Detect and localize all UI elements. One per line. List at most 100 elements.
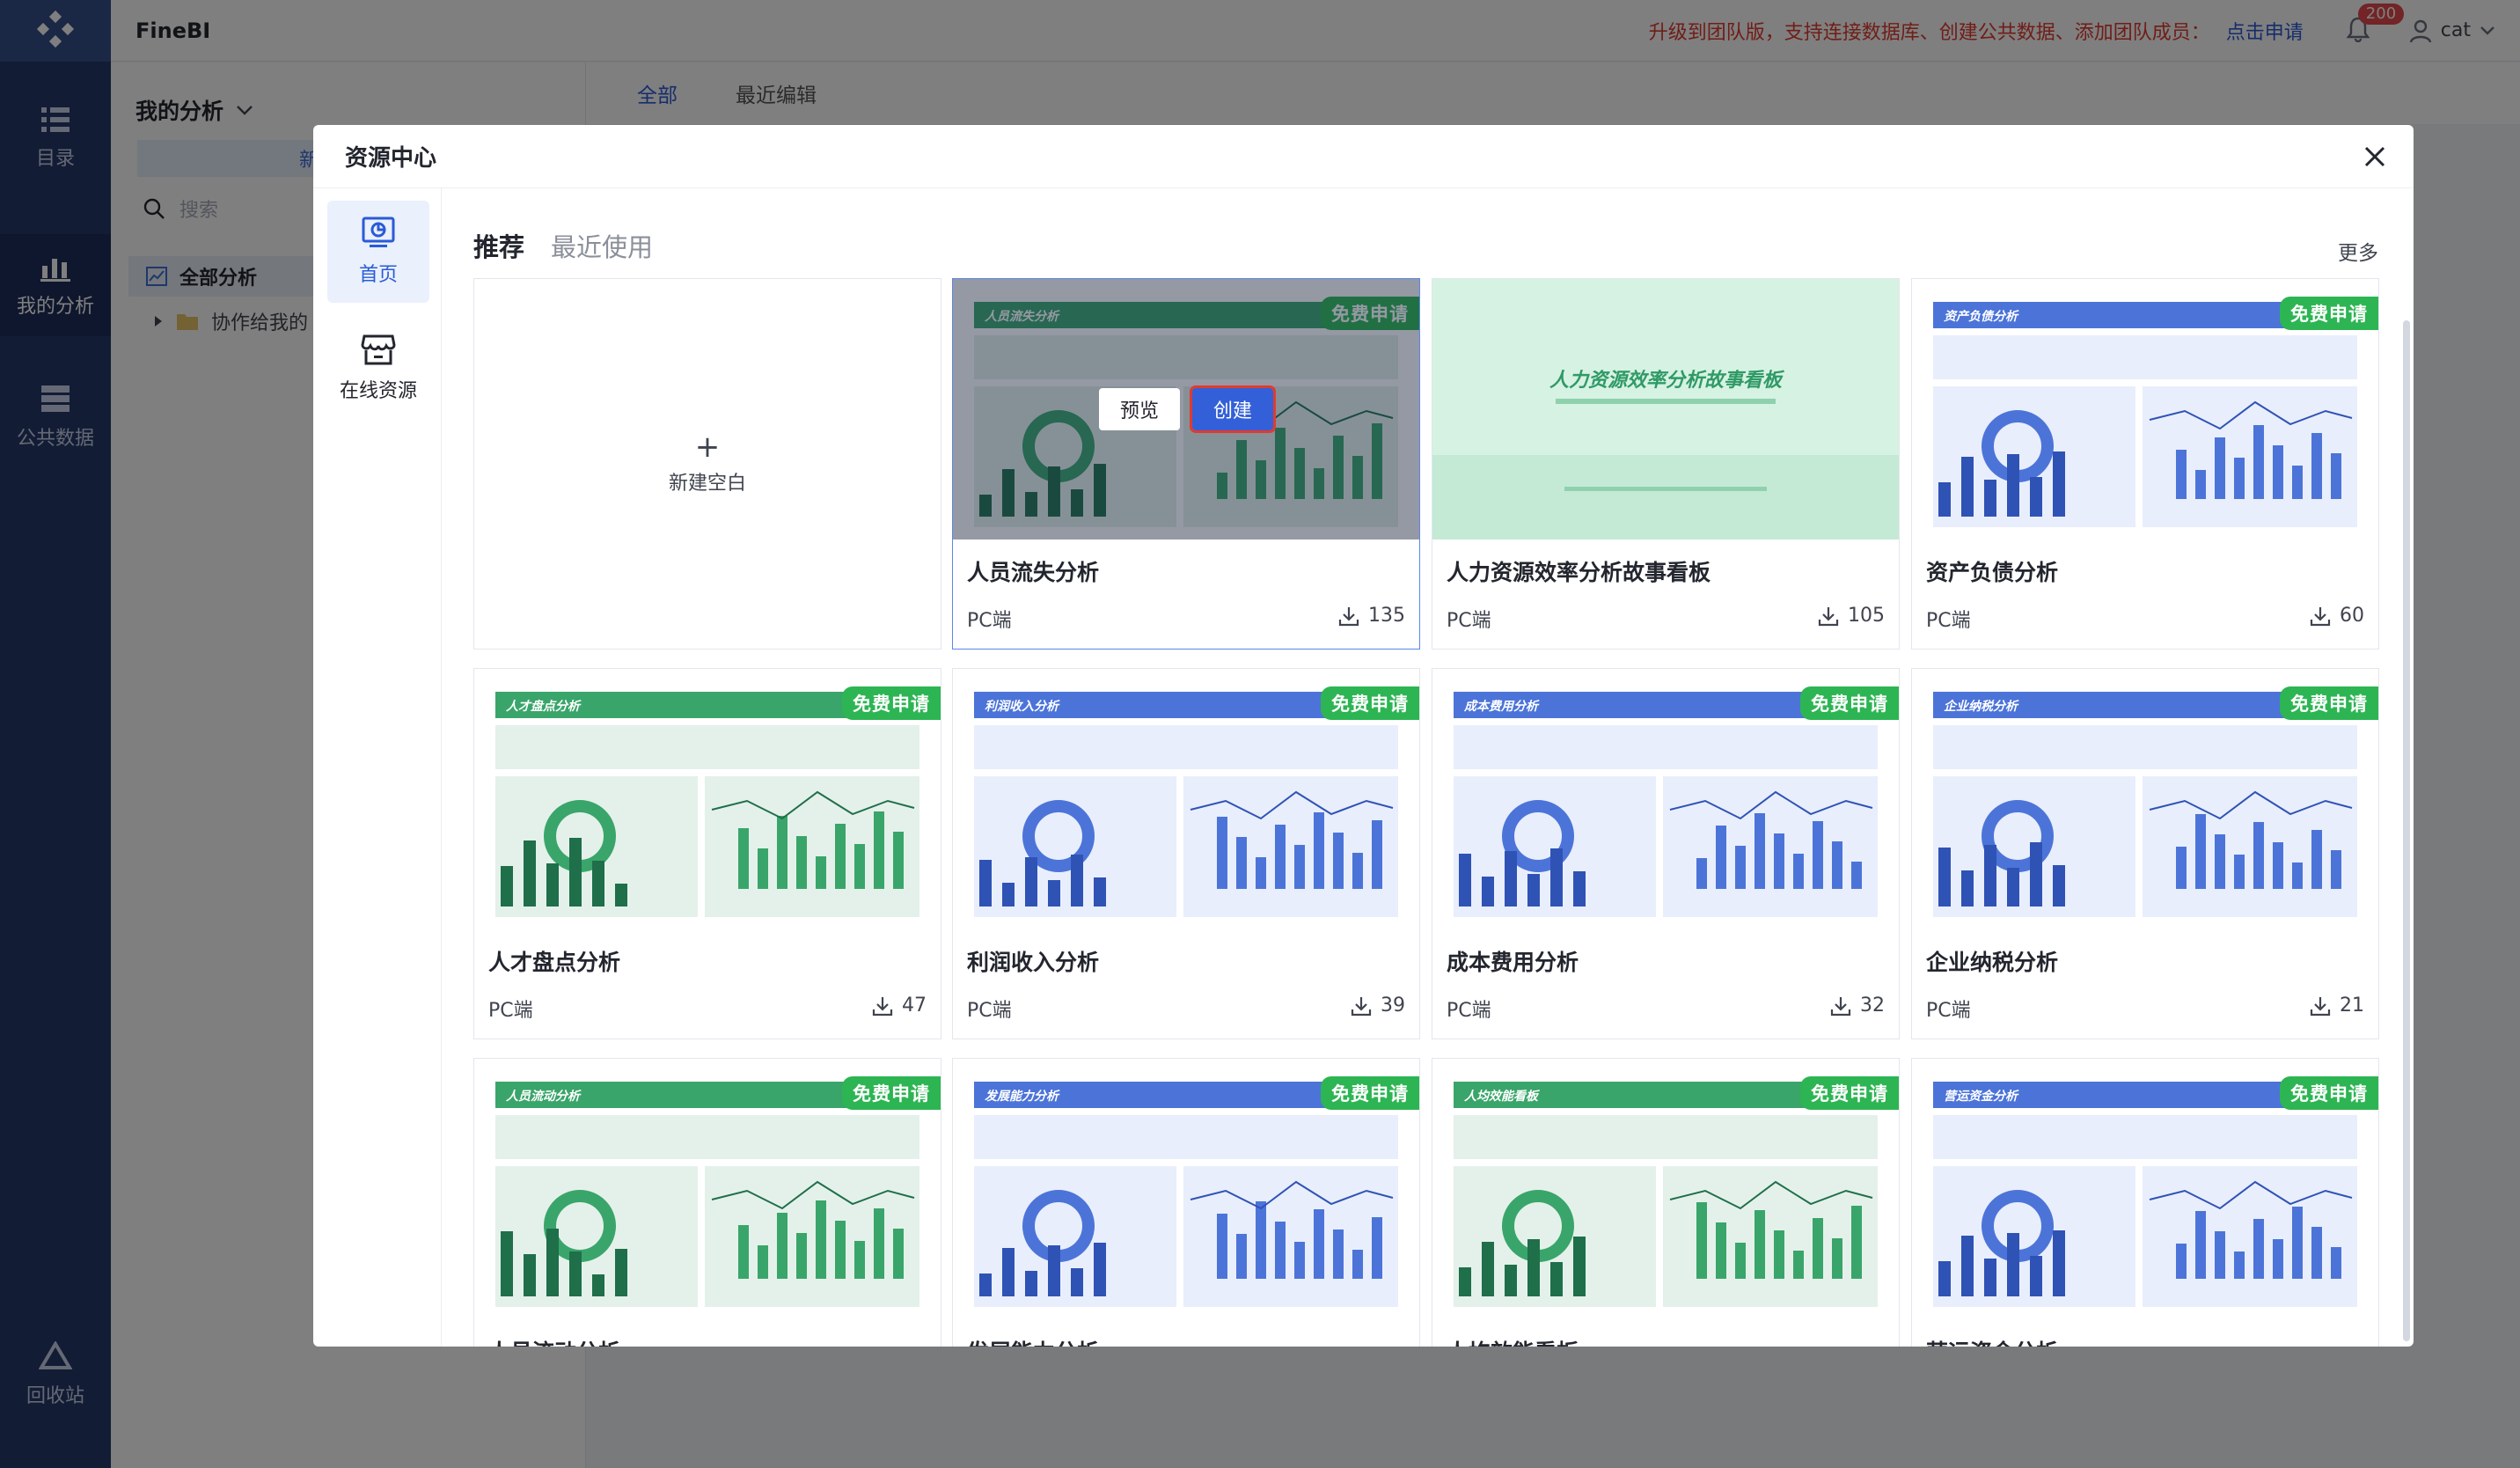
create-button[interactable]: 创建 xyxy=(1190,385,1276,433)
template-platform: PC端 xyxy=(1447,610,1491,632)
template-card[interactable]: 企业纳税分析 免费申请 企业纳税分析 PC端 21 xyxy=(1911,668,2379,1039)
free-apply-badge[interactable]: 免费申请 xyxy=(2280,686,2378,720)
template-platform: PC端 xyxy=(967,1000,1012,1022)
template-title: 成本费用分析 xyxy=(1447,950,1579,975)
side-item-label: 在线资源 xyxy=(339,380,417,402)
thumb-title: 人才盘点分析 xyxy=(506,699,582,714)
template-title: 人均效能看板 xyxy=(1447,1335,1579,1347)
template-title: 利润收入分析 xyxy=(967,950,1100,975)
new-blank-label: 新建空白 xyxy=(668,473,746,495)
modal-side-nav: 首页 在线资源 xyxy=(313,188,442,1347)
thumb-title: 利润收入分析 xyxy=(985,699,1060,714)
template-card[interactable]: 人才盘点分析 免费申请 人才盘点分析 PC端 47 xyxy=(473,668,941,1039)
free-apply-badge[interactable]: 免费申请 xyxy=(2280,297,2378,330)
resource-center-modal: 资源中心 首页 在线资源 推荐 最近使用 更多 + 新建空白 人员流失分析 免费… xyxy=(313,125,2414,1347)
thumb-title: 人员流动分析 xyxy=(506,1089,582,1104)
template-title: 人力资源效率分析故事看板 xyxy=(1447,560,1711,585)
template-platform: PC端 xyxy=(488,1000,533,1022)
template-platform: PC端 xyxy=(1447,1000,1491,1022)
template-thumbnail[interactable]: 资产负债分析 免费申请 xyxy=(1912,279,2378,539)
template-title: 营运资金分析 xyxy=(1926,1335,2058,1347)
download-icon xyxy=(1351,996,1372,1016)
free-apply-badge[interactable]: 免费申请 xyxy=(1800,1076,1899,1110)
download-count-value: 47 xyxy=(902,995,927,1017)
download-count: 32 xyxy=(1830,995,1885,1017)
free-apply-badge[interactable]: 免费申请 xyxy=(1800,686,1899,720)
download-count: 105 xyxy=(1818,605,1885,627)
template-platform: PC端 xyxy=(1926,1000,1971,1022)
thumb-title: 营运资金分析 xyxy=(1944,1089,2019,1104)
download-count-value: 135 xyxy=(1368,605,1405,627)
hover-mask xyxy=(953,279,1419,539)
template-title: 人员流动分析 xyxy=(488,1335,620,1347)
template-thumbnail[interactable]: 人员流动分析 免费申请 xyxy=(474,1059,941,1319)
template-thumbnail[interactable]: 人均效能看板 免费申请 xyxy=(1432,1059,1899,1319)
template-card[interactable]: 成本费用分析 免费申请 成本费用分析 PC端 32 xyxy=(1432,668,1900,1039)
template-thumbnail[interactable]: 利润收入分析 免费申请 xyxy=(953,669,1419,929)
side-item-online-resources[interactable]: 在线资源 xyxy=(327,317,429,419)
download-count: 39 xyxy=(1351,995,1405,1017)
preview-button[interactable]: 预览 xyxy=(1099,388,1180,430)
download-count: 135 xyxy=(1338,605,1405,627)
download-count-value: 60 xyxy=(2340,605,2364,627)
close-icon[interactable] xyxy=(2361,143,2389,171)
download-icon xyxy=(1338,606,1359,626)
download-icon xyxy=(872,996,893,1016)
download-icon xyxy=(2310,996,2331,1016)
scrollbar[interactable] xyxy=(2403,320,2410,1341)
template-card[interactable]: 人员流动分析 免费申请 人员流动分析 PC端 xyxy=(473,1058,941,1347)
thumb-title: 人力资源效率分析故事看板 xyxy=(1549,369,1785,392)
download-icon xyxy=(2310,606,2331,626)
download-count: 21 xyxy=(2310,995,2364,1017)
content-tabs: 推荐 最近使用 xyxy=(473,227,653,264)
home-dashboard-icon xyxy=(362,217,395,247)
free-apply-badge[interactable]: 免费申请 xyxy=(842,686,941,720)
template-card[interactable]: 利润收入分析 免费申请 利润收入分析 PC端 39 xyxy=(952,668,1420,1039)
modal-title: 资源中心 xyxy=(313,125,2414,188)
template-thumbnail[interactable]: 人员流失分析 免费申请 预览 创建 xyxy=(953,279,1419,539)
template-platform: PC端 xyxy=(1926,610,1971,632)
free-apply-badge[interactable]: 免费申请 xyxy=(1321,1076,1419,1110)
template-card[interactable]: 资产负债分析 免费申请 资产负债分析 PC端 60 xyxy=(1911,278,2379,650)
template-card[interactable]: 发展能力分析 免费申请 发展能力分析 PC端 xyxy=(952,1058,1420,1347)
download-count: 60 xyxy=(2310,605,2364,627)
tab-recently-used[interactable]: 最近使用 xyxy=(551,227,653,264)
side-item-home[interactable]: 首页 xyxy=(327,201,429,303)
side-item-label: 首页 xyxy=(358,264,398,286)
template-thumbnail[interactable]: 人才盘点分析 免费申请 xyxy=(474,669,941,929)
thumb-title: 发展能力分析 xyxy=(985,1089,1060,1104)
thumb-title: 成本费用分析 xyxy=(1463,699,1540,714)
template-card[interactable]: 人均效能看板 免费申请 人均效能看板 PC端 xyxy=(1432,1058,1900,1347)
free-apply-badge[interactable]: 免费申请 xyxy=(2280,1076,2378,1110)
template-card[interactable]: 人员流失分析 免费申请 预览 创建 人员流失分析 PC端 135 xyxy=(952,278,1420,650)
download-count: 47 xyxy=(872,995,927,1017)
download-icon xyxy=(1818,606,1839,626)
template-thumbnail[interactable]: 发展能力分析 免费申请 xyxy=(953,1059,1419,1319)
modal-content: 推荐 最近使用 更多 + 新建空白 人员流失分析 免费申请 预览 创建 人员流失… xyxy=(442,188,2414,1347)
tab-recommended[interactable]: 推荐 xyxy=(473,227,524,264)
download-count-value: 39 xyxy=(1381,995,1405,1017)
template-title: 企业纳税分析 xyxy=(1926,950,2059,975)
thumb-title: 企业纳税分析 xyxy=(1944,699,2019,714)
free-apply-badge[interactable]: 免费申请 xyxy=(1321,686,1419,720)
store-icon xyxy=(361,334,396,365)
free-apply-badge[interactable]: 免费申请 xyxy=(842,1076,941,1110)
template-platform: PC端 xyxy=(967,610,1012,632)
template-thumbnail[interactable]: 人力资源效率分析故事看板 xyxy=(1432,279,1899,539)
plus-icon: + xyxy=(694,429,721,465)
template-thumbnail[interactable]: 营运资金分析 免费申请 xyxy=(1912,1059,2378,1319)
download-count-value: 32 xyxy=(1860,995,1885,1017)
download-count-value: 21 xyxy=(2340,995,2364,1017)
thumb-title: 人均效能看板 xyxy=(1464,1089,1541,1104)
template-card[interactable]: 营运资金分析 免费申请 营运资金分析 PC端 xyxy=(1911,1058,2379,1347)
thumb-title: 资产负债分析 xyxy=(1944,309,2019,324)
template-title: 资产负债分析 xyxy=(1926,560,2059,585)
template-title: 发展能力分析 xyxy=(967,1335,1099,1347)
more-link[interactable]: 更多 xyxy=(2338,236,2378,266)
new-blank-card[interactable]: + 新建空白 xyxy=(473,278,941,650)
download-icon xyxy=(1830,996,1851,1016)
template-card[interactable]: 人力资源效率分析故事看板 人力资源效率分析故事看板 PC端 105 xyxy=(1432,278,1900,650)
template-title: 人员流失分析 xyxy=(967,560,1100,585)
template-thumbnail[interactable]: 成本费用分析 免费申请 xyxy=(1432,669,1899,929)
template-thumbnail[interactable]: 企业纳税分析 免费申请 xyxy=(1912,669,2378,929)
